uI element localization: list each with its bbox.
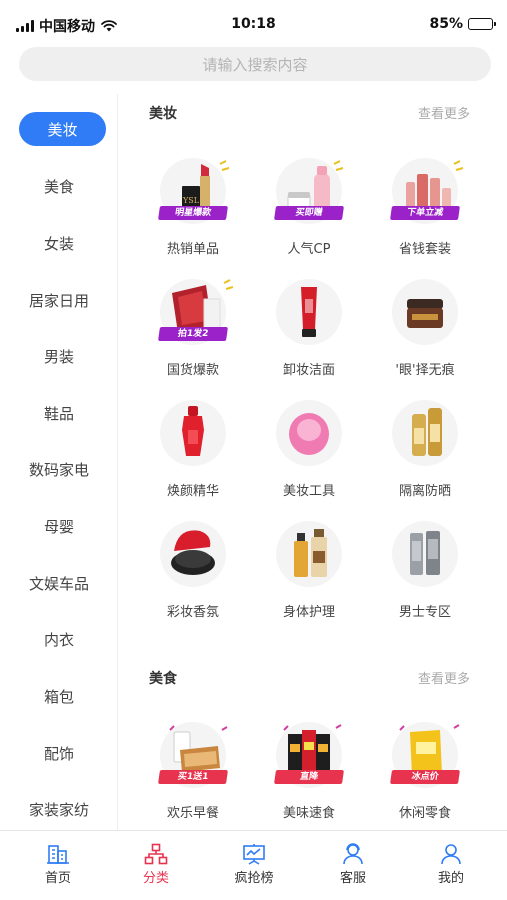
item-label: 男士专区 [398, 605, 451, 620]
section-title: 美妆 [149, 106, 177, 122]
promo-tag: 冰点价 [390, 770, 460, 784]
promo-tag: 下单立减 [390, 206, 460, 220]
sidebar-item-entertainment-car[interactable]: 文娱车品 [0, 566, 118, 600]
item-label: 欢乐早餐 [166, 806, 219, 821]
item-label: '眼'择无痕 [395, 363, 455, 378]
battery-icon [468, 18, 496, 30]
status-right: 85% [429, 16, 496, 32]
item-label: 身体护理 [282, 605, 335, 620]
view-more-link[interactable]: 查看更多 [418, 103, 470, 122]
tab-label: 客服 [339, 871, 366, 886]
body-care-icon [294, 529, 327, 577]
tab-category[interactable]: 分类 [116, 843, 196, 887]
tab-label: 我的 [437, 871, 464, 886]
promo-tag: 买即赠 [274, 206, 344, 220]
grid-item-eye-care[interactable]: '眼'择无痕 [370, 279, 480, 389]
category-tree-icon [144, 843, 168, 865]
svg-text:YSL: YSL [182, 196, 200, 205]
search-bar[interactable]: 请输入搜索内容 [19, 47, 491, 81]
sidebar-item-food[interactable]: 美食 [0, 169, 118, 203]
item-label: 美味速食 [282, 806, 335, 821]
cleansing-brush-icon [289, 413, 329, 455]
bottom-tab-bar: 首页 分类 疯抢榜 客服 我的 [0, 830, 507, 900]
item-label: 人气CP [287, 242, 331, 257]
status-bar: 中国移动 10:18 85% [0, 0, 507, 48]
item-label: 卸妆洁面 [282, 363, 335, 378]
item-label: 美妆工具 [282, 484, 335, 499]
item-label: 隔离防晒 [398, 484, 451, 499]
sidebar-item-bags[interactable]: 箱包 [0, 679, 118, 713]
cushion-compact-icon [171, 530, 215, 575]
tab-my-profile[interactable]: 我的 [411, 843, 491, 887]
tab-label: 首页 [44, 871, 71, 886]
grid-item-hot-sellers[interactable]: YSL 明星爆款 热销单品 [138, 158, 248, 268]
sidebar-item-makeup[interactable]: 美妆 [19, 112, 106, 146]
grid-item-body-care[interactable]: 身体护理 [254, 521, 364, 631]
sidebar-item-baby[interactable]: 母婴 [0, 509, 118, 543]
sidebar-item-mens-wear[interactable]: 男装 [0, 339, 118, 373]
eye-cream-jar-icon [407, 299, 443, 328]
promo-tag: 拍1发2 [158, 327, 228, 341]
tab-customer-service[interactable]: 客服 [313, 843, 393, 887]
profile-icon [441, 844, 461, 865]
item-label: 省钱套装 [398, 242, 451, 257]
serum-bottle-icon [182, 406, 204, 456]
sidebar-item-womens-wear[interactable]: 女装 [0, 226, 118, 260]
grid-item-breakfast[interactable]: 买1送1 欢乐早餐 [138, 722, 248, 832]
section-header-makeup: 美妆 查看更多 [118, 103, 507, 123]
grid-item-snacks[interactable]: 冰点价 休闲零食 [370, 722, 480, 832]
grid-item-sunscreen[interactable]: 隔离防晒 [370, 400, 480, 510]
grid-item-instant-food[interactable]: 直降 美味速食 [254, 722, 364, 832]
sunscreen-icon [412, 408, 442, 456]
item-label: 国货爆款 [166, 363, 219, 378]
tab-rush-ranking[interactable]: 疯抢榜 [214, 843, 294, 887]
grid-item-popular-cp[interactable]: 买即赠 人气CP [254, 158, 364, 268]
building-icon [47, 845, 69, 864]
promo-tag: 直降 [274, 770, 344, 784]
section-title: 美食 [149, 671, 177, 687]
mens-care-icon [410, 531, 440, 575]
grid-item-mens-zone[interactable]: 男士专区 [370, 521, 480, 631]
item-label: 焕颜精华 [166, 484, 219, 499]
grid-item-value-sets[interactable]: 下单立减 省钱套装 [370, 158, 480, 268]
category-content: 美妆 查看更多 YSL 明星爆款 热销单品 买即赠 人气CP 下单立减 省钱套装… [118, 94, 507, 830]
grid-item-makeup-fragrance[interactable]: 彩妆香氛 [138, 521, 248, 631]
sidebar-item-accessories[interactable]: 配饰 [0, 736, 118, 770]
customer-service-icon [343, 843, 363, 865]
sidebar-item-home-textiles[interactable]: 家装家纺 [0, 792, 118, 826]
grid-item-serum[interactable]: 焕颜精华 [138, 400, 248, 510]
item-label: 热销单品 [166, 242, 219, 257]
tab-label: 分类 [142, 871, 169, 886]
sidebar-item-underwear[interactable]: 内衣 [0, 622, 118, 656]
promo-tag: 明星爆款 [158, 206, 228, 220]
grid-item-makeup-remover[interactable]: 卸妆洁面 [254, 279, 364, 389]
item-label: 彩妆香氛 [166, 605, 219, 620]
tab-home[interactable]: 首页 [18, 843, 98, 887]
ranking-board-icon [243, 844, 265, 865]
cleanser-tube-icon [301, 287, 317, 337]
grid-item-beauty-tools[interactable]: 美妆工具 [254, 400, 364, 510]
tab-label: 疯抢榜 [234, 871, 274, 886]
section-header-food: 美食 查看更多 [118, 668, 507, 688]
promo-tag: 买1送1 [158, 770, 228, 784]
battery-percent: 85% [429, 16, 463, 32]
sidebar-item-shoes[interactable]: 鞋品 [0, 396, 118, 430]
sidebar-item-household[interactable]: 居家日用 [0, 283, 118, 317]
view-more-link[interactable]: 查看更多 [418, 668, 470, 687]
category-sidebar: 美妆 美食 女装 居家日用 男装 鞋品 数码家电 母婴 文娱车品 内衣 箱包 配… [0, 94, 118, 830]
sidebar-item-electronics[interactable]: 数码家电 [0, 452, 118, 486]
item-label: 休闲零食 [398, 806, 451, 821]
search-placeholder: 请输入搜索内容 [202, 55, 308, 74]
grid-item-domestic-hits[interactable]: 拍1发2 国货爆款 [138, 279, 248, 389]
